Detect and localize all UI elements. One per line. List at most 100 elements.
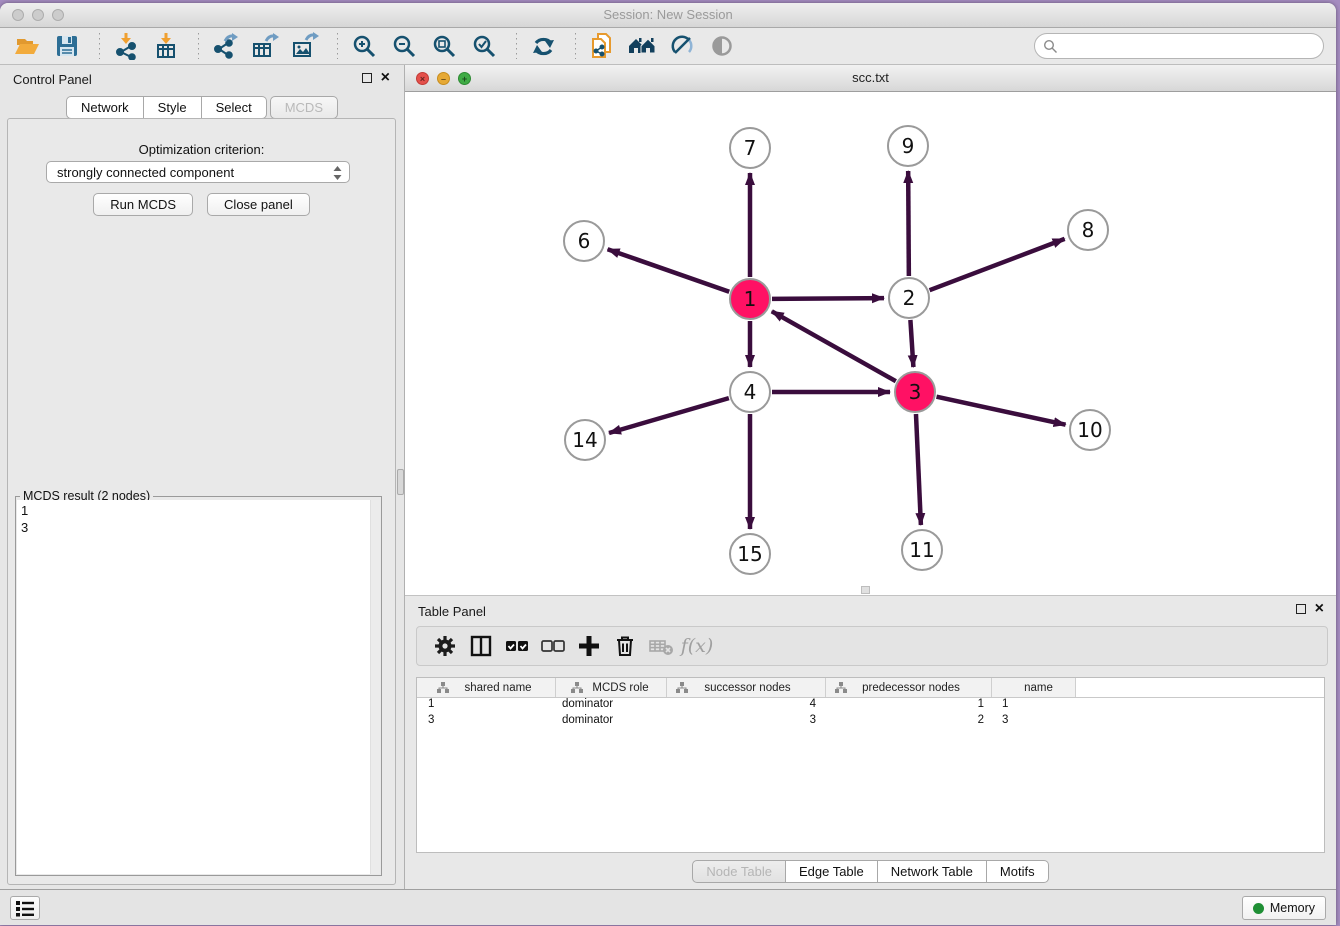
export-table-button[interactable] [248, 31, 282, 61]
show-graphics-details-button[interactable] [705, 31, 739, 61]
graph-node-1[interactable]: 1 [729, 278, 771, 320]
edge-4-14[interactable] [609, 398, 729, 433]
graph-node-8[interactable]: 8 [1067, 209, 1109, 251]
float-panel-icon[interactable] [362, 73, 372, 83]
graph-node-2[interactable]: 2 [888, 277, 930, 319]
tab-edge-table[interactable]: Edge Table [786, 860, 878, 883]
tab-motifs[interactable]: Motifs [987, 860, 1049, 883]
column-header-shared-name[interactable]: shared name [417, 678, 556, 697]
function-builder-button[interactable]: f(x) [679, 631, 715, 661]
table-options-button[interactable] [427, 631, 463, 661]
table-row[interactable]: 1dominator411 [417, 698, 1324, 714]
graph-node-4[interactable]: 4 [729, 371, 771, 413]
close-panel-button[interactable]: Close panel [207, 193, 310, 216]
search-field[interactable] [1034, 33, 1324, 59]
show-column-button[interactable] [463, 631, 499, 661]
import-table-button[interactable] [149, 31, 183, 61]
edge-3-11[interactable] [916, 414, 921, 525]
table-cell[interactable]: dominator [556, 698, 667, 714]
circle-slash-icon [669, 33, 695, 59]
clone-network-button[interactable] [585, 31, 619, 61]
table-cell[interactable]: 1 [826, 698, 992, 714]
graph-node-7[interactable]: 7 [729, 127, 771, 169]
column-type-icon [571, 682, 583, 693]
import-network-button[interactable] [109, 31, 143, 61]
graph-node-15[interactable]: 15 [729, 533, 771, 575]
column-header-mcds-role[interactable]: MCDS role [556, 678, 667, 697]
edge-2-3[interactable] [910, 320, 913, 367]
column-header-name[interactable]: name [992, 678, 1076, 697]
add-column-button[interactable] [571, 631, 607, 661]
panel-divider-grip[interactable] [397, 469, 404, 495]
close-table-panel-icon[interactable]: × [1315, 603, 1324, 615]
zoom-in-button[interactable] [347, 31, 381, 61]
tab-node-table[interactable]: Node Table [692, 860, 786, 883]
hide-graphics-details-button[interactable] [665, 31, 699, 61]
column-header-predecessor-nodes[interactable]: predecessor nodes [826, 678, 992, 697]
graph-node-9[interactable]: 9 [887, 125, 929, 167]
close-panel-icon[interactable]: × [381, 72, 390, 84]
mcds-result-text[interactable]: 13 [17, 500, 380, 874]
unchecked-boxes-icon [540, 633, 566, 659]
delete-table-icon [647, 633, 675, 659]
edge-2-8[interactable] [930, 239, 1065, 290]
edge-3-1[interactable] [772, 311, 896, 381]
canvas-resize-grip[interactable] [861, 586, 870, 594]
zoom-selected-button[interactable] [467, 31, 501, 61]
table-cell[interactable]: dominator [556, 714, 667, 730]
delete-columns-button[interactable] [607, 631, 643, 661]
network-window-titlebar[interactable]: × – + scc.txt [405, 65, 1336, 92]
app-window: Session: New Session [0, 3, 1336, 925]
optimization-criterion-label: Optimization criterion: [8, 142, 395, 157]
table-cell[interactable]: 3 [667, 714, 826, 730]
tab-mcds[interactable]: MCDS [270, 96, 338, 119]
tab-network[interactable]: Network [66, 96, 144, 119]
graph-node-6[interactable]: 6 [563, 220, 605, 262]
edge-1-2[interactable] [772, 298, 884, 299]
graph-node-11[interactable]: 11 [901, 529, 943, 571]
save-floppy-icon [54, 33, 80, 59]
open-session-button[interactable] [10, 31, 44, 61]
control-panel-title: Control Panel [13, 72, 92, 87]
criterion-select[interactable]: strongly connected component [46, 161, 350, 183]
table-toolbar: f(x) [416, 626, 1328, 666]
open-ndex-button[interactable] [625, 31, 659, 61]
unselect-all-button[interactable] [535, 631, 571, 661]
delete-table-button[interactable] [643, 631, 679, 661]
export-image-button[interactable] [288, 31, 322, 61]
graph-node-14[interactable]: 14 [564, 419, 606, 461]
select-all-button[interactable] [499, 631, 535, 661]
table-cell[interactable]: 4 [667, 698, 826, 714]
task-history-button[interactable] [10, 896, 40, 920]
table-cell[interactable]: 3 [992, 714, 1076, 730]
edge-1-6[interactable] [608, 249, 730, 291]
table-cell[interactable]: 1 [417, 698, 556, 714]
graph-node-10[interactable]: 10 [1069, 409, 1111, 451]
run-mcds-button[interactable]: Run MCDS [93, 193, 193, 216]
column-header-successor-nodes[interactable]: successor nodes [667, 678, 826, 697]
table-cell[interactable]: 1 [992, 698, 1076, 714]
zoom-fit-button[interactable] [427, 31, 461, 61]
tab-network-table[interactable]: Network Table [878, 860, 987, 883]
save-session-button[interactable] [50, 31, 84, 61]
zoom-out-button[interactable] [387, 31, 421, 61]
table-rows: 1dominator4113dominator323 [417, 698, 1324, 730]
float-table-panel-icon[interactable] [1296, 604, 1306, 614]
import-network-icon [112, 32, 140, 60]
memory-button[interactable]: Memory [1242, 896, 1326, 920]
search-input[interactable] [1063, 39, 1323, 54]
edge-2-9[interactable] [908, 171, 909, 276]
table-row[interactable]: 3dominator323 [417, 714, 1324, 730]
window-title: Session: New Session [0, 7, 1336, 22]
graph-node-3[interactable]: 3 [894, 371, 936, 413]
export-network-button[interactable] [208, 31, 242, 61]
tab-select[interactable]: Select [202, 96, 267, 119]
result-scrollbar[interactable] [370, 500, 380, 874]
edge-3-10[interactable] [936, 397, 1065, 425]
table-cell[interactable]: 2 [826, 714, 992, 730]
network-title: scc.txt [405, 70, 1336, 85]
tab-style[interactable]: Style [144, 96, 202, 119]
network-canvas[interactable]: 7 9 6 8 1 2 4 3 14 10 15 11 [405, 92, 1336, 595]
apply-layout-button[interactable] [526, 31, 560, 61]
table-cell[interactable]: 3 [417, 714, 556, 730]
